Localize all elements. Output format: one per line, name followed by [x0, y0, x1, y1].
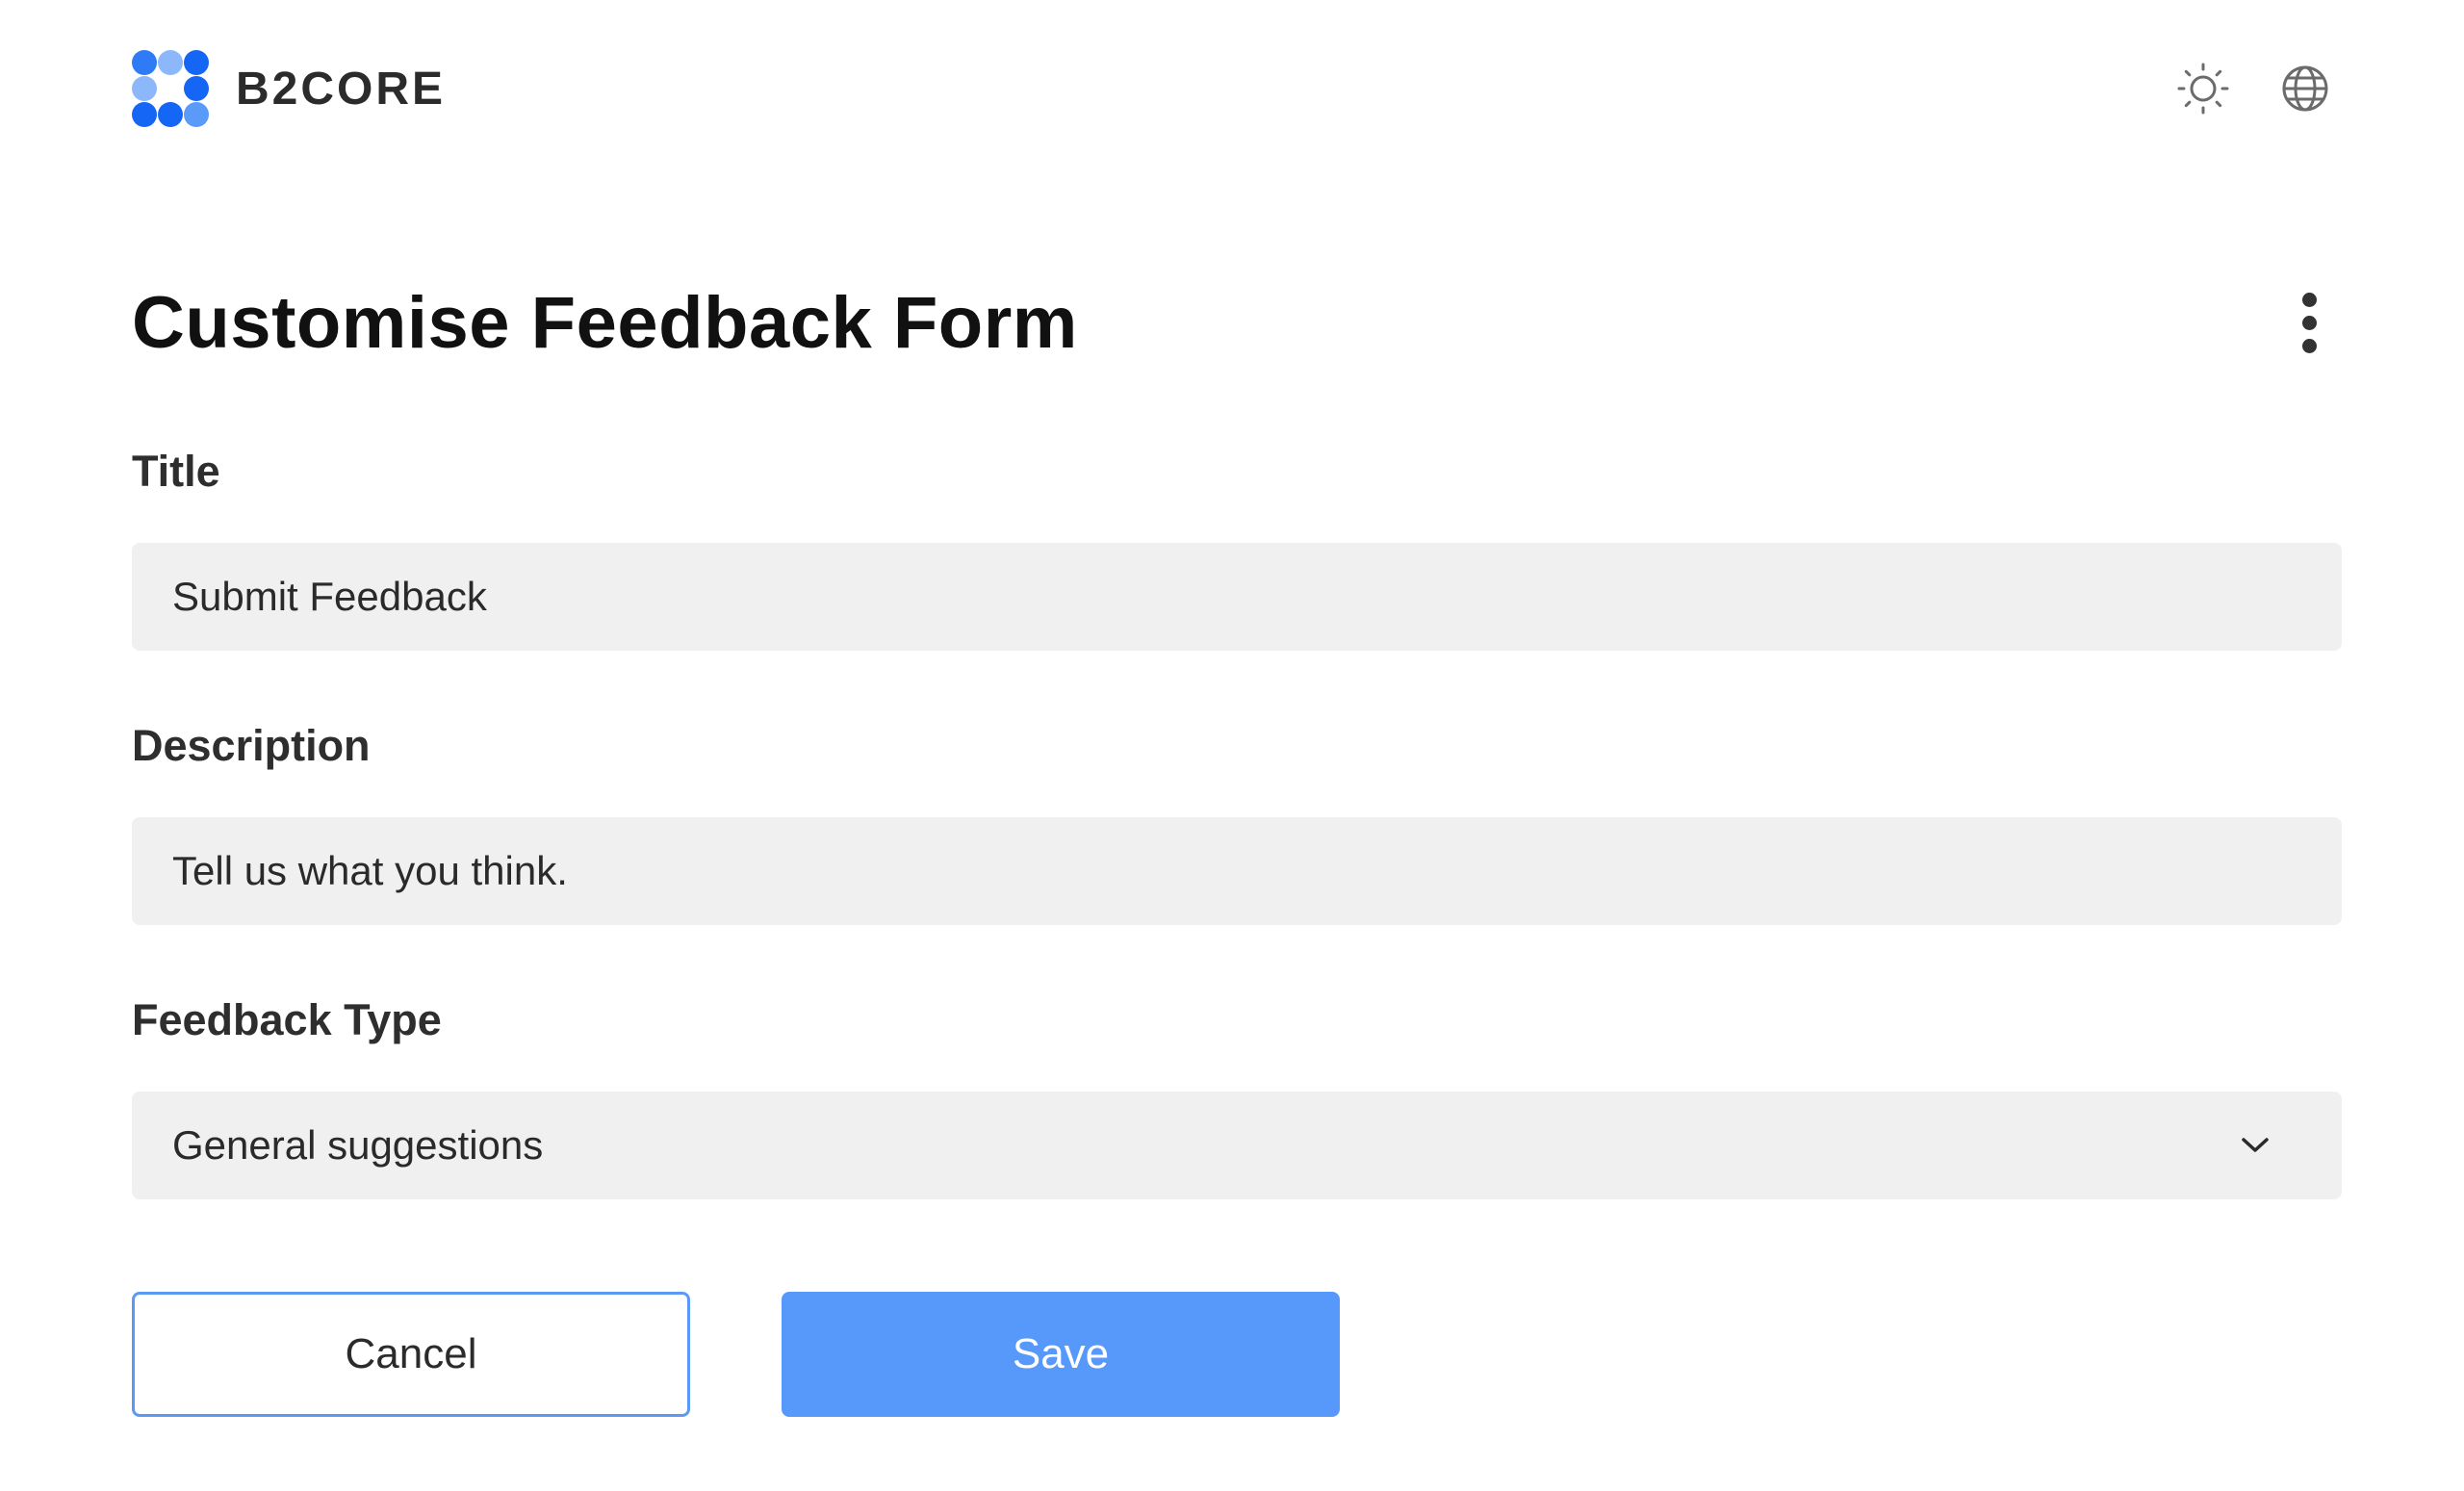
- logo-dot: [132, 102, 157, 127]
- logo-dot: [158, 102, 183, 127]
- feedback-type-select[interactable]: General suggestions: [132, 1092, 2342, 1199]
- cancel-button[interactable]: Cancel: [132, 1292, 690, 1417]
- title-label: Title: [132, 447, 220, 496]
- page-title: Customise Feedback Form: [132, 281, 1078, 364]
- brand[interactable]: B2CORE: [132, 50, 446, 127]
- chevron-down-icon: [2236, 1126, 2274, 1165]
- logo-dot: [132, 76, 157, 101]
- top-bar: B2CORE: [132, 50, 2342, 127]
- logo-dot: [158, 76, 183, 101]
- feedback-type-label: Feedback Type: [132, 995, 442, 1044]
- sun-icon[interactable]: [2176, 62, 2230, 116]
- logo-dot: [158, 50, 183, 75]
- kebab-dot: [2301, 315, 2317, 330]
- b2core-logo-icon: [132, 50, 209, 127]
- top-icons: [2176, 62, 2332, 116]
- brand-name: B2CORE: [236, 63, 447, 115]
- title-input[interactable]: [132, 543, 2342, 651]
- save-button[interactable]: Save: [782, 1292, 1340, 1417]
- more-vertical-icon[interactable]: [2290, 284, 2328, 361]
- logo-dot: [184, 50, 209, 75]
- description-input[interactable]: [132, 817, 2342, 925]
- globe-icon[interactable]: [2278, 62, 2332, 116]
- feedback-type-value: General suggestions: [172, 1122, 544, 1168]
- logo-dot: [184, 76, 209, 101]
- kebab-dot: [2301, 292, 2317, 307]
- logo-dot: [184, 102, 209, 127]
- page-header: Customise Feedback Form: [132, 270, 2342, 375]
- kebab-dot: [2301, 338, 2317, 353]
- logo-dot: [132, 50, 157, 75]
- description-label: Description: [132, 721, 371, 770]
